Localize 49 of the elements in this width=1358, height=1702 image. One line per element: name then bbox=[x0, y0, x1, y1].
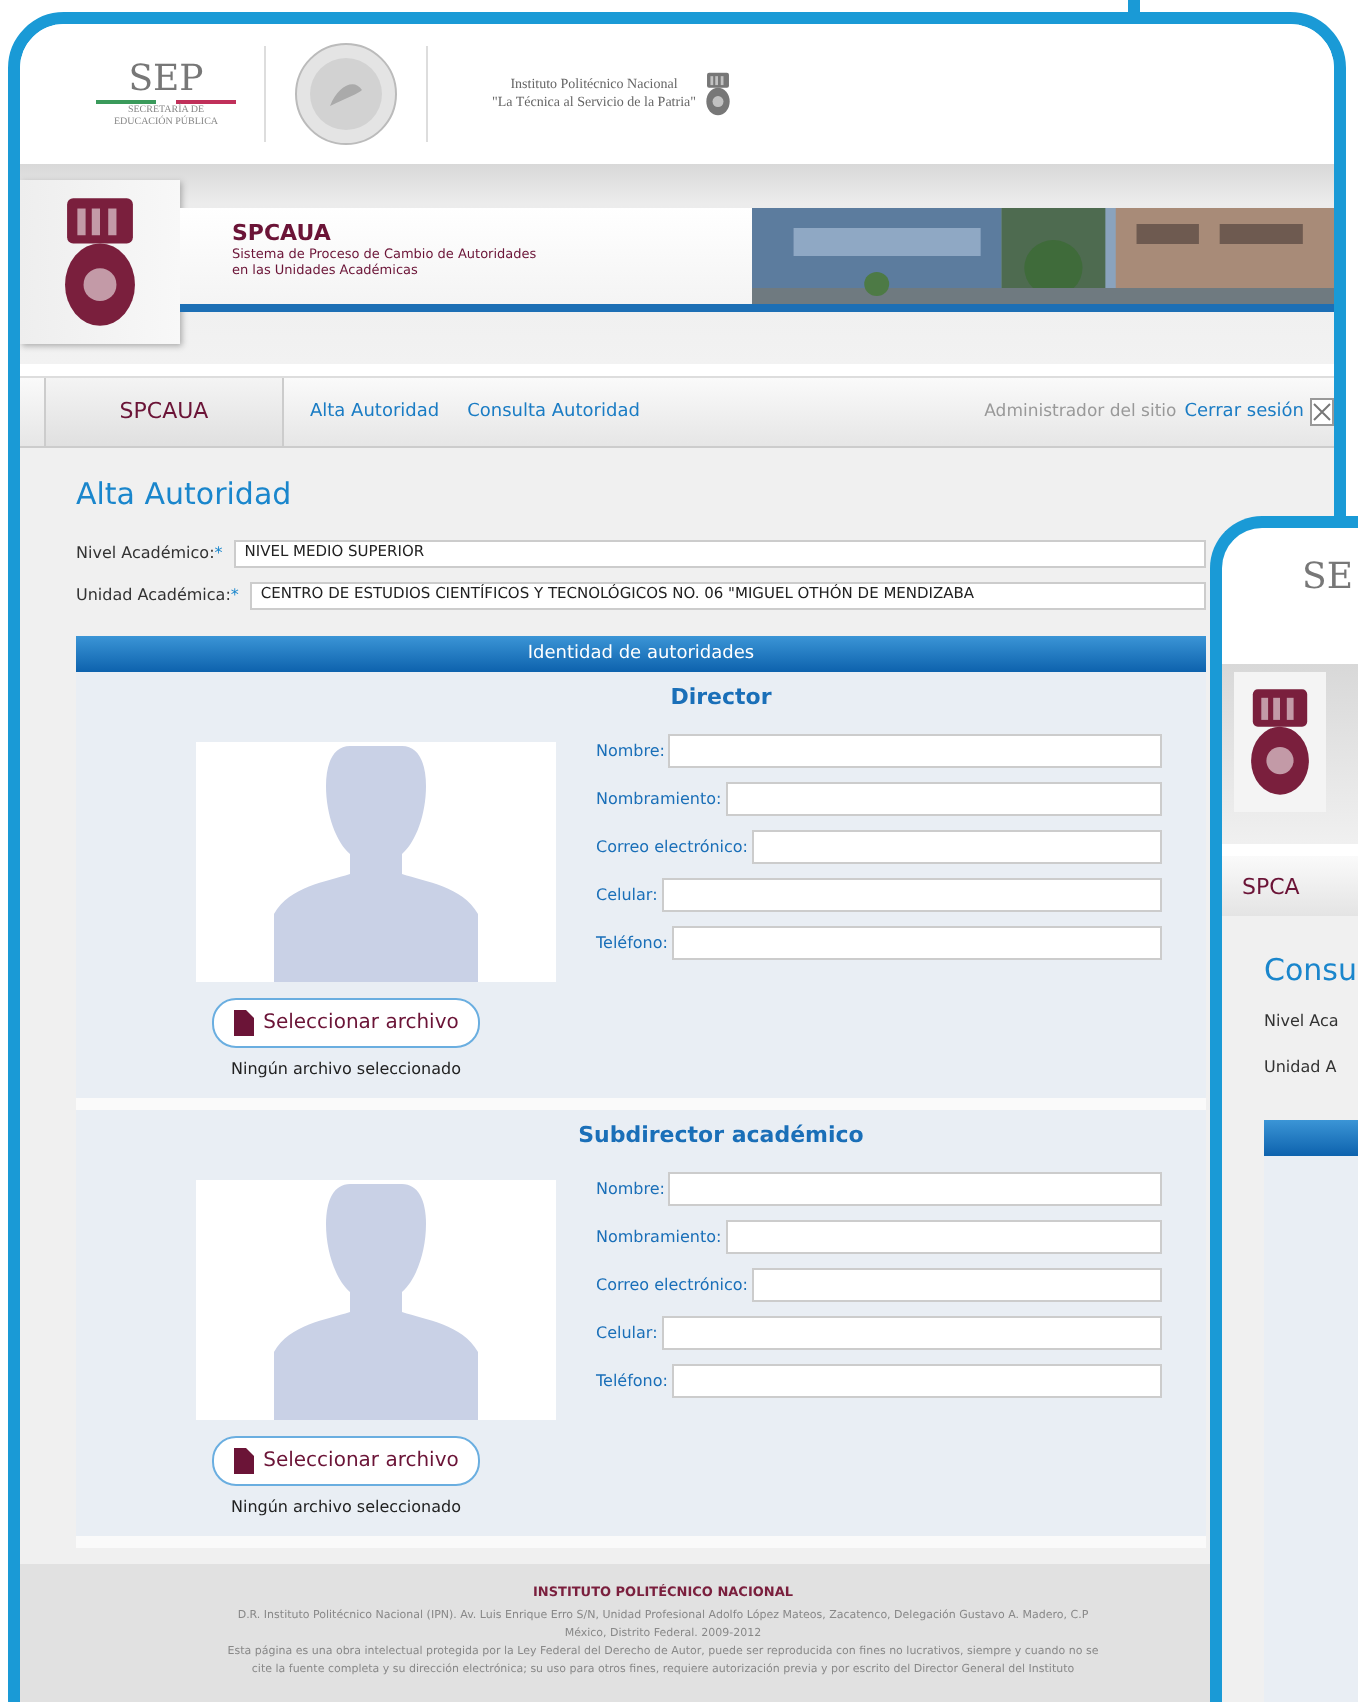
nav-tab[interactable]: Consulta Autoridad bbox=[453, 402, 654, 422]
text-field[interactable] bbox=[725, 1219, 1162, 1253]
field-label: Celular: bbox=[596, 885, 658, 903]
file-select-button[interactable]: Seleccionar archivo bbox=[211, 1436, 481, 1486]
text-field[interactable] bbox=[668, 1171, 1162, 1205]
field-label: Nivel Aca bbox=[1264, 1012, 1339, 1030]
text-field[interactable] bbox=[725, 781, 1162, 815]
field-label: Unidad A bbox=[1264, 1058, 1337, 1076]
field-label: Nombre: bbox=[596, 1179, 665, 1197]
field-label: Nivel Académico: bbox=[76, 544, 215, 562]
file-icon bbox=[233, 1448, 254, 1474]
nav-tab[interactable]: Alta Autoridad bbox=[296, 402, 454, 422]
required-mark: * bbox=[214, 544, 223, 562]
page-title: Alta Autoridad bbox=[76, 476, 294, 512]
file-icon bbox=[233, 1010, 254, 1036]
field-label: Nombramiento: bbox=[596, 789, 722, 807]
field-label: Celular: bbox=[596, 1323, 658, 1341]
file-select-button[interactable]: Seleccionar archivo bbox=[211, 998, 481, 1048]
role-title: Director bbox=[668, 684, 774, 710]
text-field[interactable] bbox=[752, 1267, 1162, 1301]
nav-tab[interactable]: SPCAUA bbox=[44, 378, 284, 446]
agency-name: SEP bbox=[128, 59, 204, 99]
section-header: Identidad de autoridades bbox=[76, 636, 1206, 672]
field-label: Teléfono: bbox=[596, 933, 668, 951]
field-label: Nombre: bbox=[596, 741, 665, 759]
file-status: Ningún archivo seleccionado bbox=[230, 1060, 461, 1078]
banner-title: SPCAUA bbox=[232, 220, 333, 246]
text-field[interactable] bbox=[752, 829, 1162, 863]
field-label: Correo electrónico: bbox=[596, 1275, 748, 1293]
close-icon[interactable] bbox=[1310, 398, 1334, 426]
text-field[interactable] bbox=[661, 1315, 1162, 1349]
field-label: Teléfono: bbox=[596, 1371, 668, 1389]
seal-emblem-icon bbox=[294, 42, 398, 146]
logout-link[interactable]: Cerrar sesión bbox=[1184, 402, 1304, 422]
required-mark: * bbox=[230, 586, 239, 604]
text-field[interactable] bbox=[668, 733, 1162, 767]
field-label: Correo electrónico: bbox=[596, 837, 748, 855]
field-label: Unidad Académica: bbox=[76, 586, 231, 604]
agency-name: SE bbox=[1302, 556, 1353, 598]
file-status: Ningún archivo seleccionado bbox=[230, 1498, 461, 1516]
field-label: Nombramiento: bbox=[596, 1227, 722, 1245]
tricolor-stripe-icon bbox=[96, 99, 236, 105]
emblem-icon bbox=[704, 70, 732, 118]
user-name: Administrador del sitio bbox=[984, 402, 1177, 422]
text-field[interactable] bbox=[671, 925, 1162, 959]
text-field[interactable] bbox=[671, 1363, 1162, 1397]
role-title: Subdirector académico bbox=[576, 1122, 866, 1148]
text-field[interactable] bbox=[661, 877, 1162, 911]
page-title: Consu bbox=[1264, 952, 1358, 988]
